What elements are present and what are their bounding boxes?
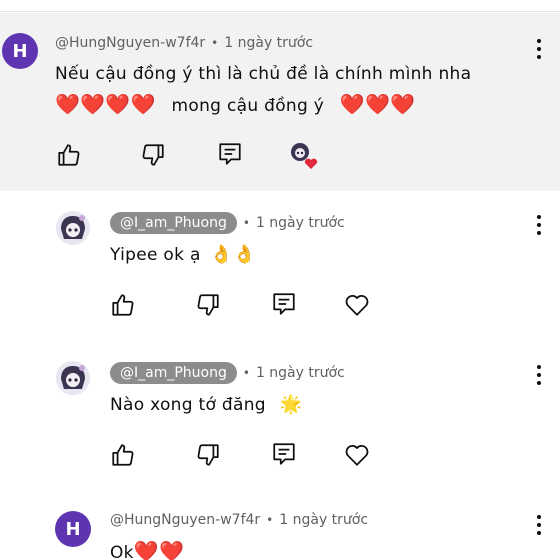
comment-text: Nào xong tớ đăng 🌟 — [110, 394, 302, 415]
heart-emoji: ❤️❤️ — [133, 539, 185, 560]
more-vertical-icon[interactable] — [536, 215, 542, 235]
comment-meta: @HungNguyen-w7f4r • 1 ngày trước — [55, 35, 313, 51]
thumbs-down-icon[interactable] — [195, 292, 221, 318]
author-handle[interactable]: @HungNguyen-w7f4r — [55, 35, 205, 51]
heart-emoji: ❤️❤️❤️❤️ — [55, 92, 156, 116]
reply-item: @I_am_Phuong • 1 ngày trước Yipee ok ạ 👌… — [0, 191, 560, 351]
author-handle[interactable]: @I_am_Phuong — [110, 362, 237, 384]
reply-icon[interactable] — [217, 141, 243, 167]
comment-text: Ok❤️❤️ — [110, 539, 184, 560]
author-handle[interactable]: @I_am_Phuong — [110, 212, 237, 234]
comment-meta: @I_am_Phuong • 1 ngày trước — [110, 212, 345, 234]
comment-thread-item: H @HungNguyen-w7f4r • 1 ngày trước Nếu c… — [0, 13, 560, 191]
separator-dot: • — [266, 513, 274, 527]
heart-icon[interactable] — [344, 442, 370, 468]
top-divider — [0, 0, 560, 12]
heart-icon[interactable] — [344, 292, 370, 318]
thumbs-up-icon[interactable] — [56, 142, 82, 168]
avatar[interactable] — [56, 211, 90, 245]
more-vertical-icon[interactable] — [536, 515, 542, 535]
separator-dot: • — [242, 366, 250, 380]
comment-meta: @I_am_Phuong • 1 ngày trước — [110, 362, 345, 384]
separator-dot: • — [211, 36, 219, 50]
reply-icon[interactable] — [271, 441, 297, 467]
creator-heart-icon — [289, 141, 319, 171]
comment-text-fragment: Nào xong tớ đăng — [110, 395, 266, 415]
comment-time: 1 ngày trước — [255, 215, 345, 231]
heart-emoji: ❤️❤️❤️ — [339, 92, 416, 116]
separator-dot: • — [242, 216, 250, 230]
reply-icon[interactable] — [271, 291, 297, 317]
comment-text-fragment: Yipee ok ạ — [110, 245, 201, 265]
author-handle[interactable]: @HungNguyen-w7f4r — [110, 512, 260, 528]
comment-time: 1 ngày trước — [255, 365, 345, 381]
avatar[interactable] — [56, 361, 90, 395]
ok-hand-emoji: 👌👌 — [210, 244, 256, 265]
more-vertical-icon[interactable] — [536, 365, 542, 385]
comment-meta: @HungNguyen-w7f4r • 1 ngày trước — [110, 512, 368, 528]
avatar[interactable]: H — [2, 33, 38, 69]
more-vertical-icon[interactable] — [536, 39, 542, 59]
comment-time: 1 ngày trước — [224, 35, 314, 51]
reply-item: H @HungNguyen-w7f4r • 1 ngày trước Ok❤️❤… — [0, 491, 560, 560]
reply-item: @I_am_Phuong • 1 ngày trước Nào xong tớ … — [0, 341, 560, 501]
comment-text-fragment: Ok — [110, 543, 134, 560]
thumbs-up-icon[interactable] — [110, 292, 136, 318]
comment-time: 1 ngày trước — [279, 512, 369, 528]
avatar[interactable]: H — [55, 511, 91, 547]
comment-text-fragment: mong cậu đồng ý — [171, 96, 325, 116]
comment-text: Yipee ok ạ 👌👌 — [110, 244, 256, 265]
comment-text-line-2: ❤️❤️❤️❤️ mong cậu đồng ý ❤️❤️❤️ — [55, 92, 415, 116]
thumbs-down-icon[interactable] — [195, 442, 221, 468]
thumbs-down-icon[interactable] — [140, 142, 166, 168]
glowing-star-emoji: 🌟 — [279, 394, 303, 415]
comment-text: Nếu cậu đồng ý thì là chủ đề là chính mì… — [55, 64, 472, 84]
thumbs-up-icon[interactable] — [110, 442, 136, 468]
